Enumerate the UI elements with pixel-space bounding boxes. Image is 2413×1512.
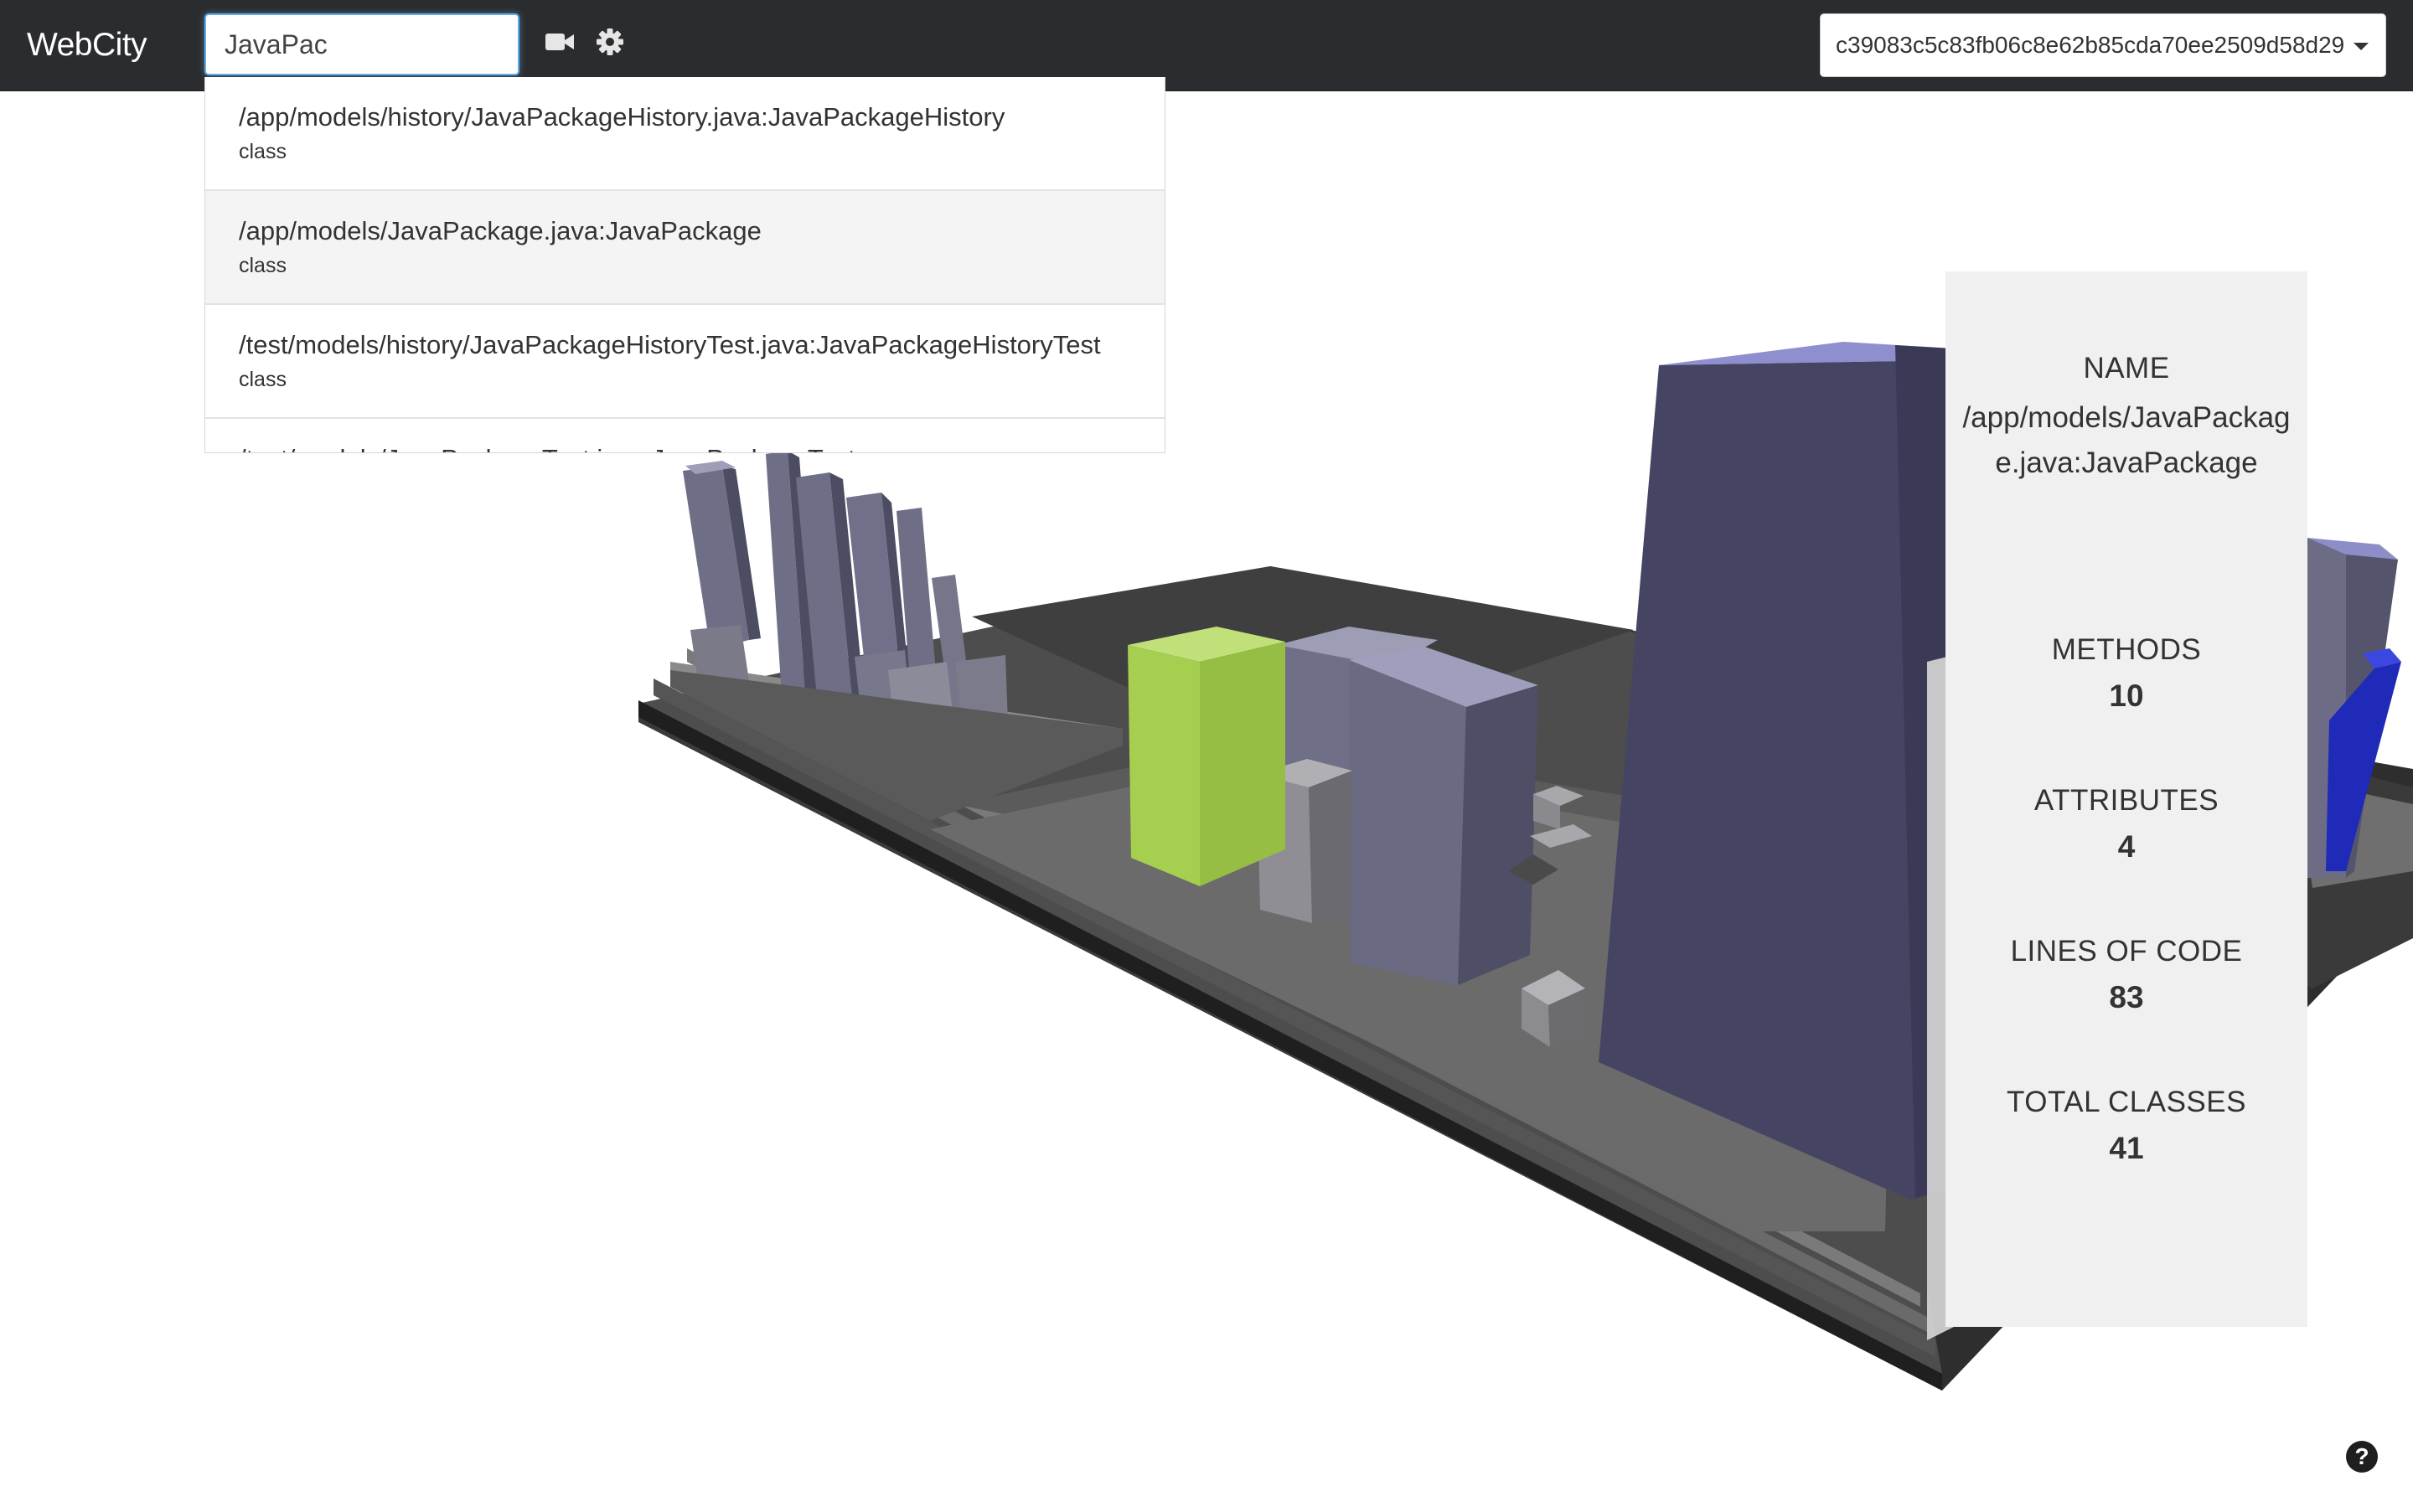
metric-value: 41	[2109, 1131, 2144, 1165]
app-title[interactable]: WebCity	[27, 23, 147, 67]
caret-down-icon	[2354, 43, 2369, 50]
metric-methods: METHODS 10	[1945, 633, 2307, 714]
search-result-kind: class	[239, 254, 287, 277]
metric-label: TOTAL CLASSES	[2007, 1086, 2246, 1118]
search-result-path: /test/models/history/JavaPackageHistoryT…	[239, 330, 1101, 359]
search-result-kind: class	[239, 368, 287, 391]
info-panel: NAME /app/models/JavaPackage.java:JavaPa…	[1945, 271, 2307, 1327]
gear-icon[interactable]	[593, 25, 627, 59]
commit-select[interactable]: c39083c5c83fb06c8e62b85cda70ee2509d58d29	[1820, 13, 2386, 77]
metric-label: LINES OF CODE	[2010, 935, 2243, 968]
tall-building[interactable]	[1599, 342, 1952, 1200]
search-results-dropdown: /app/models/history/JavaPackageHistory.j…	[204, 77, 1165, 453]
search-input[interactable]	[204, 13, 519, 75]
search-result-item[interactable]: /app/models/history/JavaPackageHistory.j…	[205, 77, 1165, 191]
video-camera-icon[interactable]	[543, 25, 576, 59]
search-result-item[interactable]: /test/models/history/JavaPackageHistoryT…	[205, 305, 1165, 419]
question-icon[interactable]: ?	[2346, 1441, 2378, 1473]
search-result-path: /app/models/JavaPackage.java:JavaPackage	[239, 216, 762, 245]
info-name-value: /app/models/JavaPackage.java:JavaPackage	[1962, 401, 2291, 479]
search-result-kind: class	[239, 140, 287, 163]
metric-total-classes: TOTAL CLASSES 41	[1945, 1086, 2307, 1166]
metric-lines-of-code: LINES OF CODE 83	[1945, 935, 2307, 1015]
metric-value: 10	[2109, 679, 2144, 713]
search-result-item[interactable]: /app/models/JavaPackage.java:JavaPackage…	[205, 191, 1165, 305]
search-result-path: /test/models/JavaPackageTest.java:JavaPa…	[239, 444, 1165, 452]
metric-label: ATTRIBUTES	[2033, 784, 2219, 817]
search-result-path: /app/models/history/JavaPackageHistory.j…	[239, 102, 1005, 132]
info-name-label: NAME	[2083, 352, 2170, 384]
metric-label: METHODS	[2051, 633, 2202, 666]
commit-select-value: c39083c5c83fb06c8e62b85cda70ee2509d58d29	[1836, 32, 2345, 58]
search-result-item[interactable]: /test/models/JavaPackageTest.java:JavaPa…	[205, 419, 1165, 452]
metric-value: 4	[2117, 829, 2136, 864]
selected-building[interactable]	[1128, 627, 1285, 886]
metric-attributes: ATTRIBUTES 4	[1945, 784, 2307, 864]
metric-value: 83	[2109, 980, 2144, 1014]
